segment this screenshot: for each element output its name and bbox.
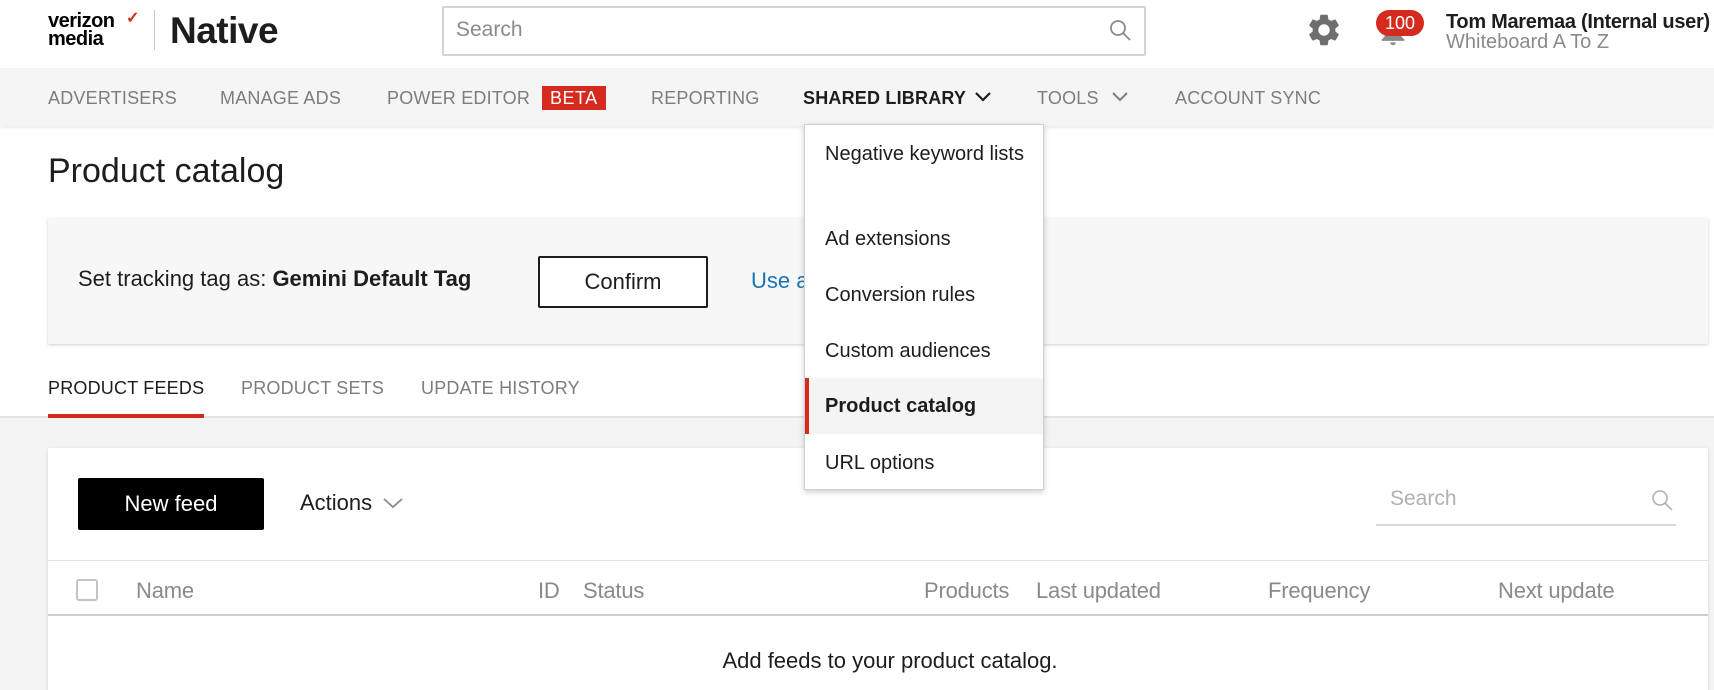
actions-label: Actions	[300, 490, 373, 515]
column-header-id[interactable]: ID	[538, 578, 560, 604]
menu-item-custom-audiences[interactable]: Custom audiences	[805, 338, 1043, 364]
feeds-search-input[interactable]	[1376, 476, 1626, 522]
gear-icon[interactable]	[1305, 11, 1343, 49]
menu-item-negative-keyword-lists[interactable]: Negative keyword lists	[805, 141, 1043, 167]
column-header-frequency[interactable]: Frequency	[1268, 578, 1370, 604]
notification-badge[interactable]: 100	[1376, 10, 1424, 36]
tab-update-history[interactable]: UPDATE HISTORY	[421, 378, 580, 399]
empty-table-message: Add feeds to your product catalog.	[722, 648, 1058, 673]
menu-item-product-catalog[interactable]: Product catalog	[805, 378, 1043, 434]
new-feed-button[interactable]: New feed	[78, 478, 264, 530]
column-header-next-update[interactable]: Next update	[1498, 578, 1615, 604]
menu-item-ad-extensions[interactable]: Ad extensions	[805, 226, 1043, 252]
shared-library-menu: Negative keyword lists Ad extensions Con…	[804, 124, 1044, 490]
nav-item-advertisers[interactable]: ADVERTISERS	[48, 88, 177, 109]
column-header-status[interactable]: Status	[583, 578, 644, 604]
confirm-button[interactable]: Confirm	[538, 256, 708, 308]
top-bar: verizon ✓ media Native 100 Tom Maremaa (…	[0, 0, 1714, 68]
chevron-down-icon[interactable]	[1111, 90, 1129, 104]
column-header-name[interactable]: Name	[136, 578, 194, 604]
logo-divider	[154, 10, 155, 50]
column-header-last-updated[interactable]: Last updated	[1036, 578, 1161, 604]
nav-item-reporting[interactable]: REPORTING	[651, 88, 759, 109]
beta-badge: BETA	[542, 86, 606, 110]
global-search	[442, 6, 1146, 56]
table-header: Name ID Status Products Last updated Fre…	[48, 560, 1708, 616]
search-icon[interactable]	[1108, 18, 1132, 42]
page-title: Product catalog	[48, 152, 285, 190]
column-header-products[interactable]: Products	[924, 578, 1009, 604]
nav-item-tools[interactable]: TOOLS	[1037, 88, 1099, 109]
nav-item-manage-ads[interactable]: MANAGE ADS	[220, 88, 341, 109]
nav-item-shared-library[interactable]: SHARED LIBRARY	[803, 88, 966, 109]
tab-product-feeds[interactable]: PRODUCT FEEDS	[48, 378, 204, 399]
logo-check-icon: ✓	[126, 10, 140, 27]
main-nav: ADVERTISERS MANAGE ADS POWER EDITOR BETA…	[0, 68, 1714, 126]
tracking-tag-label: Set tracking tag as: Gemini Default Tag	[78, 266, 471, 292]
logo-line-2: media	[48, 28, 104, 50]
account-name[interactable]: Whiteboard A To Z	[1446, 31, 1609, 54]
feeds-search	[1376, 476, 1676, 526]
global-search-input[interactable]	[444, 8, 1084, 52]
actions-dropdown[interactable]: Actions	[300, 490, 403, 516]
tab-product-sets[interactable]: PRODUCT SETS	[241, 378, 384, 399]
verizon-media-logo[interactable]: verizon ✓ media	[48, 10, 148, 52]
menu-item-conversion-rules[interactable]: Conversion rules	[805, 282, 1043, 308]
search-icon[interactable]	[1650, 488, 1674, 512]
menu-item-url-options[interactable]: URL options	[805, 450, 1043, 476]
product-name[interactable]: Native	[170, 10, 279, 52]
nav-item-account-sync[interactable]: ACCOUNT SYNC	[1175, 88, 1321, 109]
chevron-down-icon	[383, 498, 403, 509]
use-another-tag-link[interactable]: Use a	[751, 268, 808, 294]
tracking-tag-name: Gemini Default Tag	[272, 266, 472, 291]
tracking-tag-prefix: Set tracking tag as:	[78, 266, 273, 291]
nav-item-power-editor[interactable]: POWER EDITOR	[387, 88, 530, 109]
select-all-checkbox[interactable]	[76, 579, 98, 601]
chevron-down-icon[interactable]	[974, 90, 992, 104]
